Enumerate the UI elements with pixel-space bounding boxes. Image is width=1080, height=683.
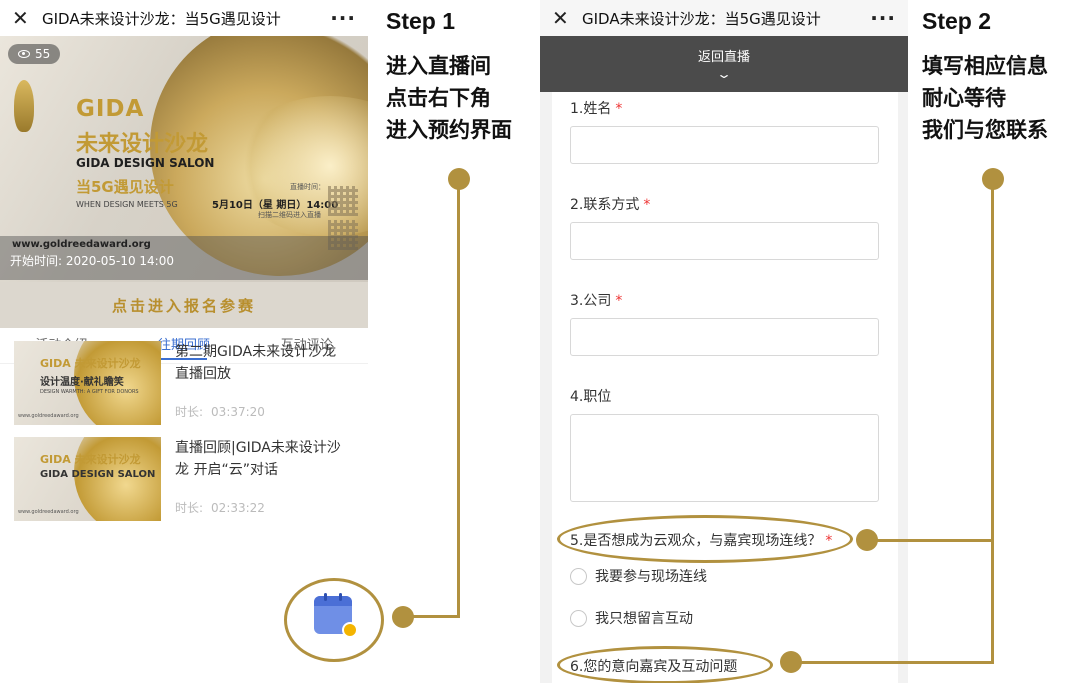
- close-icon[interactable]: ✕: [552, 8, 576, 28]
- view-count: 55: [35, 47, 51, 61]
- start-time: 开始时间: 2020-05-10 14:00: [10, 254, 174, 268]
- position-field[interactable]: [570, 414, 879, 502]
- thumb-en: DESIGN WARMTH: A GIFT FOR DONORS: [40, 389, 139, 395]
- video-thumbnail: GIDA 未来设计沙龙 设计温度·献礼瞻笑 DESIGN WARMTH: A G…: [14, 341, 161, 425]
- name-field[interactable]: [570, 126, 879, 164]
- step1-title: Step 1: [386, 8, 456, 34]
- record-duration: 时长: 03:37:20: [175, 403, 345, 420]
- radio-message-only[interactable]: 我只想留言互动: [570, 608, 693, 628]
- list-item[interactable]: GIDA 未来设计沙龙 GIDA DESIGN SALON www.goldre…: [14, 437, 345, 521]
- company-field[interactable]: [570, 318, 879, 356]
- qr-code-icon: [328, 186, 358, 216]
- banner-qr-tip: 扫描二维码进入直播: [258, 211, 321, 219]
- video-thumbnail: GIDA 未来设计沙龙 GIDA DESIGN SALON www.goldre…: [14, 437, 161, 521]
- thumb-title: GIDA 未来设计沙龙: [40, 357, 141, 370]
- thumb-title: GIDA 未来设计沙龙: [40, 453, 141, 466]
- highlight-ring: [557, 646, 773, 683]
- step1-line-2: 点击右下角: [386, 86, 491, 110]
- registration-form: 1.姓名 * 2.联系方式 * 3.公司 * 4.职位 5.是否想成为云观众，与嘉宾现…: [552, 92, 898, 683]
- register-cta-button[interactable]: 点击进入报名参赛: [0, 282, 368, 328]
- eye-icon: [18, 50, 30, 58]
- connector-line: [457, 180, 460, 618]
- question-company: 3.公司 *: [570, 293, 623, 309]
- live-banner[interactable]: 55 GIDA 未来设计沙龙 GIDA DESIGN SALON 当5G遇见设计…: [0, 36, 368, 292]
- step2-line-2: 耐心等待: [922, 86, 1006, 110]
- page-title: GIDA未来设计沙龙：当5G遇见设计: [42, 9, 281, 28]
- highlight-ring: [557, 515, 853, 563]
- radio-button[interactable]: [570, 567, 587, 585]
- question-contact: 2.联系方式 *: [570, 197, 651, 213]
- radio-label: 我要参与现场连线: [595, 569, 707, 585]
- record-title: 第二期GIDA未来设计沙龙直播回放: [175, 344, 337, 382]
- more-icon[interactable]: ···: [870, 6, 896, 30]
- duration-label: 时长:: [175, 501, 204, 515]
- list-item[interactable]: GIDA 未来设计沙龙 设计温度·献礼瞻笑 DESIGN WARMTH: A G…: [14, 341, 345, 425]
- banner-gida: GIDA: [76, 96, 145, 122]
- close-icon[interactable]: ✕: [12, 8, 36, 28]
- radio-label: 我只想留言互动: [595, 611, 693, 627]
- top-bar: ✕ GIDA未来设计沙龙：当5G遇见设计 ···: [0, 0, 368, 36]
- step1-line-3: 进入预约界面: [386, 118, 512, 142]
- record-title: 直播回顾|GIDA未来设计沙龙 开启“云”对话: [175, 440, 341, 478]
- left-phone-screen: ✕ GIDA未来设计沙龙：当5G遇见设计 ··· 55 GIDA 未来设计沙龙 …: [0, 0, 368, 683]
- banner-live-label: 直播时间：: [290, 183, 325, 191]
- back-to-live-button[interactable]: 返回直播 ⌄: [540, 36, 908, 92]
- chevron-down-icon: ⌄: [715, 67, 733, 81]
- connector-dot: [780, 651, 802, 673]
- highlight-ring: [284, 578, 384, 662]
- thumb-subtitle: 设计温度·献礼瞻笑: [40, 377, 124, 388]
- step2-line-3: 我们与您联系: [922, 118, 1048, 142]
- banner-live-date: 5月10日（星 期日）14:00: [212, 200, 339, 211]
- step1-line-1: 进入直播间: [386, 54, 491, 78]
- duration-label: 时长:: [175, 405, 204, 419]
- step2-line-1: 填写相应信息: [922, 54, 1048, 78]
- banner-cn-title: 未来设计沙龙: [76, 132, 209, 157]
- connector-dot: [392, 606, 414, 628]
- top-bar: ✕ GIDA未来设计沙龙：当5G遇见设计 ···: [540, 0, 908, 36]
- view-count-badge: 55: [8, 44, 61, 64]
- right-phone-screen: ✕ GIDA未来设计沙龙：当5G遇见设计 ··· 返回直播 ⌄ 1.姓名 * 2.…: [540, 0, 908, 683]
- connector-dot: [856, 529, 878, 551]
- connector-line: [868, 539, 994, 542]
- question-position: 4.职位: [570, 389, 612, 405]
- banner-subtitle: 当5G遇见设计: [76, 178, 174, 196]
- record-duration: 时长: 02:33:22: [175, 499, 345, 516]
- radio-button[interactable]: [570, 609, 587, 627]
- thumb-url: www.goldreedaward.org: [18, 413, 79, 419]
- banner-url: www.goldreedaward.org: [12, 239, 151, 250]
- duration-value: 03:37:20: [211, 405, 265, 419]
- banner-tagline: WHEN DESIGN MEETS 5G: [76, 200, 178, 209]
- banner-en-title: GIDA DESIGN SALON: [76, 156, 215, 170]
- award-logo-icon: [10, 80, 40, 140]
- connector-line: [792, 661, 994, 664]
- more-icon[interactable]: ···: [330, 6, 356, 30]
- back-to-live-label: 返回直播: [697, 50, 750, 65]
- duration-value: 02:33:22: [211, 501, 265, 515]
- thumb-subtitle: GIDA DESIGN SALON: [40, 469, 156, 480]
- question-name: 1.姓名 *: [570, 101, 623, 117]
- radio-join-live[interactable]: 我要参与现场连线: [570, 566, 707, 586]
- contact-field[interactable]: [570, 222, 879, 260]
- page-title: GIDA未来设计沙龙：当5G遇见设计: [582, 9, 821, 28]
- thumb-url: www.goldreedaward.org: [18, 509, 79, 515]
- connector-line: [991, 180, 994, 664]
- step2-title: Step 2: [922, 8, 992, 34]
